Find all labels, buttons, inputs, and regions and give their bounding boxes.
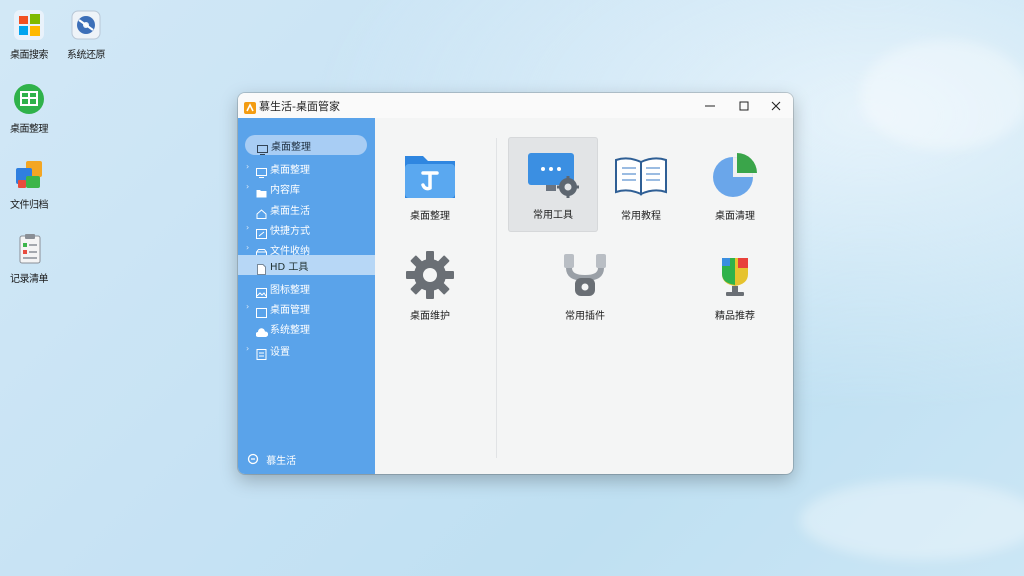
sidebar-item-shortcuts[interactable]: › 快捷方式 xyxy=(238,219,375,239)
app-window: 慕生活-桌面管家 桌面整理 › 桌面整理 › 内容库 桌面生活 › 快捷方式 ›… xyxy=(238,93,793,474)
close-icon xyxy=(771,101,781,110)
home-icon xyxy=(256,204,267,219)
sidebar-item-label: 桌面生活 xyxy=(270,206,310,217)
sidebar-item-content[interactable]: › 内容库 xyxy=(238,178,375,198)
sidebar-item-label: 快捷方式 xyxy=(270,226,310,237)
app-logo-icon xyxy=(244,99,256,114)
sidebar-item-label: 系统整理 xyxy=(270,325,310,336)
chevron-right-icon: › xyxy=(246,302,250,311)
tile-label: 常用工具 xyxy=(533,210,573,221)
window-titlebar[interactable]: 慕生活-桌面管家 xyxy=(238,93,793,118)
gear-icon xyxy=(403,248,457,302)
sidebar-item-system-organize[interactable]: 系统整理 xyxy=(238,318,375,338)
window-title: 慕生活-桌面管家 xyxy=(259,100,340,113)
tile-label: 桌面整理 xyxy=(410,211,450,222)
chevron-right-icon: › xyxy=(246,243,250,252)
tile-desktop-maintenance[interactable]: 桌面维护 xyxy=(385,238,475,333)
sidebar-item-label: 设置 xyxy=(270,347,290,358)
sidebar-item-desktop-manage[interactable]: › 桌面管理 xyxy=(238,298,375,318)
minimize-icon xyxy=(705,105,715,106)
sidebar-item-label: HD 工具 xyxy=(270,262,309,273)
desktop-icon-search[interactable]: 桌面搜索 xyxy=(1,8,57,61)
desktop-icon-checklist[interactable]: 记录清单 xyxy=(1,232,57,285)
content-divider xyxy=(496,138,497,458)
close-button[interactable] xyxy=(759,93,793,118)
chevron-right-icon: › xyxy=(246,182,250,191)
tile-label: 桌面清理 xyxy=(715,211,755,222)
chevron-right-icon: › xyxy=(246,344,250,353)
desktop-icon-label: 桌面整理 xyxy=(10,124,49,135)
desktop-icon-label: 文件归档 xyxy=(10,200,49,211)
tile-label: 常用教程 xyxy=(621,211,661,222)
image-icon xyxy=(256,283,267,298)
tile-label: 桌面维护 xyxy=(410,311,450,322)
tool-connector-icon xyxy=(558,248,612,302)
maximize-icon xyxy=(739,101,749,110)
sidebar: 桌面整理 › 桌面整理 › 内容库 桌面生活 › 快捷方式 › 文件收纳 HD … xyxy=(238,118,375,474)
open-book-icon xyxy=(614,148,668,202)
maximize-button[interactable] xyxy=(727,93,761,118)
tile-recommended[interactable]: 精品推荐 xyxy=(690,238,780,333)
desktop-icon-label: 桌面搜索 xyxy=(10,50,49,61)
file-archive-icon xyxy=(12,158,46,192)
background-cloud xyxy=(860,40,1024,150)
tile-label: 精品推荐 xyxy=(715,311,755,322)
sidebar-item-hd-tools[interactable]: HD 工具 xyxy=(238,255,375,275)
desktop-icon-label: 记录清单 xyxy=(10,274,49,285)
sidebar-item-desktop-life[interactable]: 桌面生活 xyxy=(238,199,375,219)
sidebar-item-label: 桌面整理 xyxy=(271,142,311,153)
sidebar-item-label: 桌面整理 xyxy=(270,165,310,176)
app-footer-icon xyxy=(247,453,259,468)
sidebar-item-label: 图标整理 xyxy=(270,285,310,296)
sidebar-item-desktop-organize[interactable]: 桌面整理 xyxy=(245,135,367,155)
box-icon xyxy=(256,244,267,259)
desktop-icon-organize[interactable]: 桌面整理 xyxy=(1,82,57,135)
restore-disc-icon xyxy=(69,8,103,42)
settings-doc-icon xyxy=(256,345,267,360)
tile-plugins[interactable]: 常用插件 xyxy=(540,238,630,333)
blue-folder-icon xyxy=(403,148,457,202)
desktop-icon-restore[interactable]: 系统还原 xyxy=(58,8,114,61)
sidebar-item-label: 内容库 xyxy=(270,185,300,196)
tile-common-tools[interactable]: 常用工具 xyxy=(508,137,598,232)
folder-icon xyxy=(256,183,267,198)
tile-desktop-organize[interactable]: 桌面整理 xyxy=(385,138,475,233)
chevron-right-icon: › xyxy=(246,162,250,171)
desktop-icon xyxy=(257,140,268,155)
tile-label: 常用插件 xyxy=(565,311,605,322)
tile-desktop-cleanup[interactable]: 桌面清理 xyxy=(690,138,780,233)
sidebar-footer-label: 慕生活 xyxy=(266,455,297,467)
document-icon xyxy=(256,260,267,275)
trophy-icon xyxy=(708,248,762,302)
desktop-organize-icon xyxy=(12,82,46,116)
sidebar-footer[interactable]: 慕生活 xyxy=(247,452,296,469)
sidebar-item-desktop-organize-2[interactable]: › 桌面整理 xyxy=(238,158,375,178)
window-icon xyxy=(256,303,267,318)
desktop-icon-archive[interactable]: 文件归档 xyxy=(1,158,57,211)
sidebar-item-label: 桌面管理 xyxy=(270,305,310,316)
background-cloud xyxy=(800,480,1024,560)
chevron-right-icon: › xyxy=(246,223,250,232)
sidebar-item-settings[interactable]: › 设置 xyxy=(238,340,375,360)
windows-logo-icon xyxy=(12,8,46,42)
minimize-button[interactable] xyxy=(693,93,727,118)
monitor-gear-icon xyxy=(526,147,580,201)
pie-chart-icon xyxy=(708,148,762,202)
clipboard-checklist-icon xyxy=(12,232,46,266)
cloud-icon xyxy=(255,323,269,337)
sidebar-item-icon-organize[interactable]: 图标整理 xyxy=(238,278,375,298)
shortcut-icon xyxy=(256,224,267,239)
desktop-icon xyxy=(256,163,267,178)
desktop-icon-label: 系统还原 xyxy=(67,50,106,61)
tile-tutorials[interactable]: 常用教程 xyxy=(596,138,686,233)
